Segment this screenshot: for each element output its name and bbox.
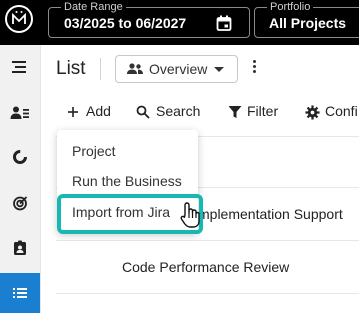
- sidebar-item-assignments[interactable]: [0, 228, 40, 268]
- page-title: List: [56, 58, 86, 79]
- portfolio-value: All Projects: [269, 15, 347, 31]
- view-select[interactable]: Overview: [115, 55, 238, 83]
- table-divider: [56, 293, 359, 294]
- portfolio-field[interactable]: Portfolio All Projects: [254, 1, 359, 38]
- sidebar-item-list[interactable]: [0, 273, 40, 313]
- sidebar-item-menu[interactable]: [0, 47, 40, 87]
- filter-button[interactable]: Filter: [228, 103, 284, 121]
- search-button[interactable]: Search: [136, 103, 204, 121]
- plus-icon: [68, 107, 78, 117]
- filter-label: Filter: [247, 103, 279, 119]
- title-separator: [100, 58, 101, 80]
- sidebar: [0, 45, 40, 313]
- table-row[interactable]: mplementation Support: [198, 206, 343, 222]
- table-divider: [56, 240, 359, 241]
- sidebar-item-people[interactable]: [0, 93, 40, 133]
- config-label: Confi: [325, 103, 358, 119]
- top-bar: Date Range 03/2025 to 06/2027 Portfolio …: [0, 0, 359, 45]
- date-range-value: 03/2025 to 06/2027: [64, 15, 187, 31]
- menu-icon: [12, 61, 26, 73]
- people-icon: [127, 63, 143, 74]
- menu-item-run-the-business[interactable]: Run the Business: [72, 173, 182, 189]
- search-icon: [136, 105, 150, 119]
- list-icon: [13, 288, 27, 298]
- sidebar-item-goals[interactable]: [0, 183, 40, 223]
- sidebar-item-analytics[interactable]: [0, 137, 40, 177]
- date-range-legend: Date Range: [61, 1, 126, 13]
- config-button[interactable]: Confi: [305, 103, 359, 121]
- people-list-icon: [10, 106, 29, 119]
- id-badge-icon: [14, 240, 26, 255]
- date-range-field[interactable]: Date Range 03/2025 to 06/2027: [48, 1, 250, 38]
- sidebar-divider: [40, 45, 41, 313]
- chevron-down-icon: [214, 67, 224, 72]
- hand-cursor-icon: [180, 202, 200, 228]
- logo-mark-icon: [12, 11, 26, 24]
- more-options-icon[interactable]: [250, 58, 258, 78]
- filter-icon: [228, 106, 242, 118]
- gear-icon: [305, 105, 320, 120]
- search-label: Search: [156, 103, 201, 119]
- add-label: Add: [86, 103, 111, 119]
- target-icon: [13, 196, 28, 211]
- table-row[interactable]: Code Performance Review: [122, 259, 289, 275]
- app-logo[interactable]: [5, 5, 33, 33]
- menu-item-project[interactable]: Project: [72, 143, 116, 159]
- portfolio-legend: Portfolio: [267, 1, 314, 13]
- donut-chart-icon: [13, 150, 27, 164]
- add-button[interactable]: Add: [67, 103, 113, 121]
- calendar-icon[interactable]: [216, 15, 232, 31]
- view-select-value: Overview: [149, 61, 208, 77]
